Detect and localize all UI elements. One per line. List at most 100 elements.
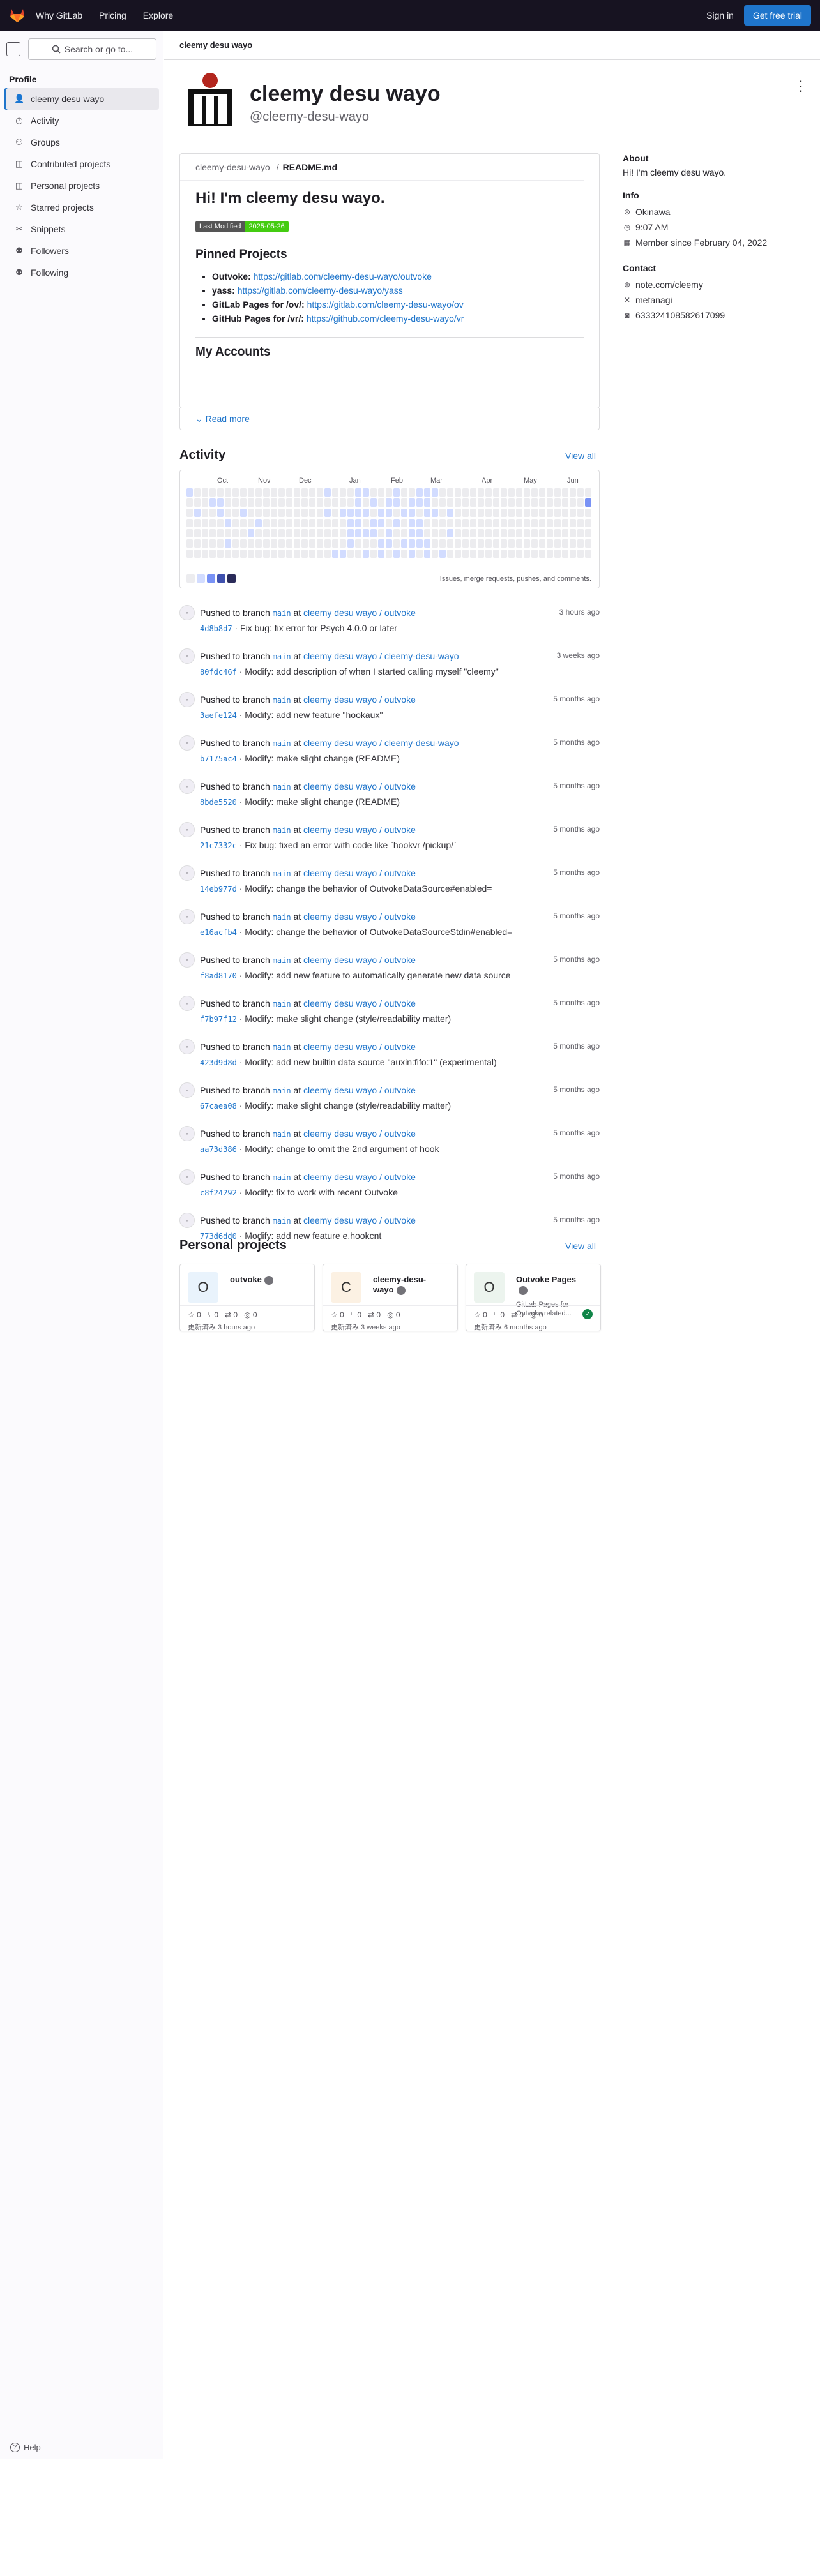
calendar-day[interactable] — [501, 498, 507, 507]
nav-pricing[interactable]: Pricing — [99, 10, 126, 20]
pinned-link[interactable]: https://gitlab.com/cleemy-desu-wayo/ov — [307, 299, 464, 310]
calendar-day[interactable] — [524, 488, 530, 497]
calendar-day[interactable] — [547, 488, 553, 497]
sidebar-item-overview[interactable]: 👤 cleemy desu wayo — [4, 88, 159, 110]
calendar-day[interactable] — [202, 539, 208, 548]
calendar-day[interactable] — [278, 509, 285, 517]
calendar-day[interactable] — [347, 550, 354, 558]
calendar-day[interactable] — [401, 488, 407, 497]
calendar-day[interactable] — [263, 550, 270, 558]
calendar-day[interactable] — [332, 488, 338, 497]
branch-link[interactable]: main — [273, 1173, 291, 1182]
calendar-day[interactable] — [516, 498, 522, 507]
calendar-day[interactable] — [570, 550, 576, 558]
commit-sha-link[interactable]: 14eb977d — [200, 885, 237, 894]
branch-link[interactable]: main — [273, 609, 291, 618]
calendar-day[interactable] — [432, 529, 438, 537]
commit-sha-link[interactable]: 21c7332c — [200, 841, 237, 850]
calendar-day[interactable] — [286, 509, 292, 517]
calendar-day[interactable] — [508, 539, 515, 548]
calendar-day[interactable] — [409, 498, 415, 507]
project-avatar[interactable]: C — [331, 1272, 361, 1303]
calendar-day[interactable] — [432, 539, 438, 548]
calendar-day[interactable] — [370, 519, 377, 527]
calendar-day[interactable] — [202, 550, 208, 558]
calendar-day[interactable] — [439, 539, 446, 548]
project-link[interactable]: cleemy desu wayo / cleemy-desu-wayo — [303, 738, 459, 748]
project-avatar[interactable]: O — [474, 1272, 505, 1303]
calendar-day[interactable] — [470, 529, 476, 537]
calendar-day[interactable] — [278, 539, 285, 548]
calendar-day[interactable] — [240, 550, 247, 558]
calendar-day[interactable] — [340, 519, 346, 527]
calendar-day[interactable] — [478, 509, 484, 517]
branch-link[interactable]: main — [273, 739, 291, 748]
calendar-day[interactable] — [508, 519, 515, 527]
sidebar-item-activity[interactable]: ◷ Activity — [4, 110, 159, 131]
calendar-day[interactable] — [401, 498, 407, 507]
project-link[interactable]: cleemy desu wayo / outvoke — [303, 911, 416, 922]
calendar-day[interactable] — [539, 498, 545, 507]
branch-link[interactable]: main — [273, 826, 291, 835]
calendar-day[interactable] — [386, 550, 392, 558]
calendar-day[interactable] — [554, 529, 561, 537]
calendar-day[interactable] — [478, 488, 484, 497]
calendar-day[interactable] — [424, 529, 430, 537]
calendar-day[interactable] — [378, 550, 384, 558]
calendar-day[interactable] — [225, 498, 231, 507]
calendar-day[interactable] — [363, 539, 369, 548]
calendar-day[interactable] — [340, 509, 346, 517]
calendar-day[interactable] — [462, 529, 469, 537]
calendar-day[interactable] — [455, 519, 461, 527]
calendar-day[interactable] — [355, 519, 361, 527]
calendar-day[interactable] — [347, 509, 354, 517]
sidebar-toggle-icon[interactable] — [6, 42, 20, 56]
calendar-day[interactable] — [401, 539, 407, 548]
calendar-day[interactable] — [478, 498, 484, 507]
calendar-day[interactable] — [393, 509, 400, 517]
calendar-day[interactable] — [263, 509, 270, 517]
calendar-day[interactable] — [347, 519, 354, 527]
calendar-day[interactable] — [217, 509, 224, 517]
calendar-day[interactable] — [524, 550, 530, 558]
project-link[interactable]: cleemy desu wayo / outvoke — [303, 955, 416, 965]
calendar-day[interactable] — [309, 498, 315, 507]
calendar-day[interactable] — [485, 539, 492, 548]
calendar-day[interactable] — [317, 539, 323, 548]
calendar-day[interactable] — [232, 488, 239, 497]
calendar-day[interactable] — [248, 550, 254, 558]
calendar-day[interactable] — [217, 539, 224, 548]
calendar-day[interactable] — [447, 529, 453, 537]
calendar-day[interactable] — [355, 529, 361, 537]
project-avatar[interactable]: O — [188, 1272, 218, 1303]
calendar-day[interactable] — [294, 488, 300, 497]
calendar-day[interactable] — [209, 519, 216, 527]
calendar-day[interactable] — [186, 539, 193, 548]
calendar-day[interactable] — [401, 509, 407, 517]
merge-request-count[interactable]: ⇄ 0 — [368, 1310, 381, 1319]
project-link[interactable]: cleemy desu wayo / outvoke — [303, 825, 416, 835]
calendar-day[interactable] — [493, 529, 499, 537]
calendar-day[interactable] — [493, 488, 499, 497]
calendar-day[interactable] — [263, 529, 270, 537]
calendar-day[interactable] — [401, 550, 407, 558]
calendar-day[interactable] — [209, 539, 216, 548]
calendar-day[interactable] — [439, 550, 446, 558]
calendar-day[interactable] — [225, 509, 231, 517]
calendar-day[interactable] — [462, 488, 469, 497]
merge-request-count[interactable]: ⇄ 0 — [225, 1310, 238, 1319]
calendar-day[interactable] — [424, 498, 430, 507]
calendar-day[interactable] — [554, 488, 561, 497]
calendar-day[interactable] — [585, 519, 591, 527]
calendar-day[interactable] — [347, 488, 354, 497]
calendar-day[interactable] — [255, 488, 262, 497]
calendar-day[interactable] — [539, 519, 545, 527]
calendar-day[interactable] — [562, 550, 568, 558]
calendar-day[interactable] — [539, 550, 545, 558]
calendar-day[interactable] — [386, 529, 392, 537]
calendar-day[interactable] — [286, 529, 292, 537]
calendar-day[interactable] — [347, 529, 354, 537]
calendar-day[interactable] — [232, 509, 239, 517]
issue-count[interactable]: ◎ 0 — [244, 1310, 257, 1319]
calendar-day[interactable] — [570, 519, 576, 527]
